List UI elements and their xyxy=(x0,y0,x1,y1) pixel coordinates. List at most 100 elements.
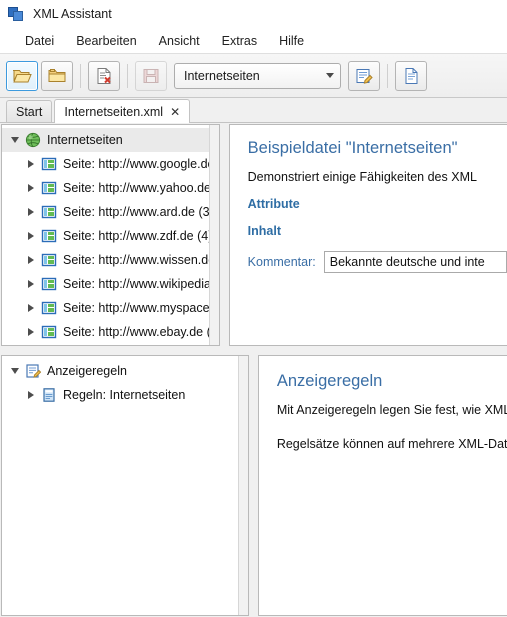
xml-assistant-icon xyxy=(8,6,25,22)
comment-label: Kommentar: xyxy=(247,255,316,269)
rules-tree-panel: Anzeigeregeln Regeln: Internetseiten xyxy=(1,355,249,616)
top-pane-row: Internetseiten Seite: http://www.google.… xyxy=(0,123,507,347)
menu-item-ansicht[interactable]: Ansicht xyxy=(148,31,211,51)
menu-bar: Datei Bearbeiten Ansicht Extras Hilfe xyxy=(0,28,507,54)
menu-item-extras[interactable]: Extras xyxy=(211,31,268,51)
tab-internetseiten-xml[interactable]: Internetseiten.xml ✕ xyxy=(54,99,191,123)
rules-paragraph-1: Mit Anzeigeregeln legen Sie fest, wie XM… xyxy=(276,403,507,417)
tree-item-label: Seite: http://www.wikipedia.org (6) xyxy=(63,276,220,291)
document-tree-panel: Internetseiten Seite: http://www.google.… xyxy=(1,124,220,346)
menu-item-bearbeiten[interactable]: Bearbeiten xyxy=(65,31,147,51)
rules-detail-panel: Anzeigeregeln Mit Anzeigeregeln legen Si… xyxy=(257,355,507,616)
open-folder-button[interactable] xyxy=(41,60,73,91)
webpage-icon xyxy=(41,300,57,316)
tree-item-label: Seite: http://www.ard.de (3) xyxy=(63,204,214,219)
tree-item-label: Seite: http://www.myspace.de (7) xyxy=(63,300,220,315)
tree-item-page-8[interactable]: Seite: http://www.ebay.de (8) xyxy=(2,320,219,344)
page-title: Beispieldatei "Internetseiten" xyxy=(247,139,458,157)
open-folder-icon xyxy=(13,69,32,82)
section-heading-attribute: Attribute xyxy=(247,197,300,211)
chevron-down-icon xyxy=(326,73,334,78)
save-button[interactable] xyxy=(135,60,167,91)
tree-item-page-2[interactable]: Seite: http://www.yahoo.de (2) xyxy=(2,176,219,200)
tree-item-label: Seite: http://www.wissen.de (5) xyxy=(63,252,220,267)
tab-internetseiten-xml-label: Internetseiten.xml xyxy=(64,104,164,119)
ruleset-combo[interactable]: Internetseiten xyxy=(174,62,341,89)
tab-bar: Start Internetseiten.xml ✕ xyxy=(0,98,507,123)
rules-root-label: Anzeigeregeln xyxy=(47,363,127,378)
tree-root-label: Internetseiten xyxy=(47,132,123,147)
expander-icon[interactable] xyxy=(24,388,38,402)
ruleset-combo-value: Internetseiten xyxy=(184,68,260,83)
webpage-icon xyxy=(41,228,57,244)
tree-item-label: Seite: http://www.ebay.de (8) xyxy=(63,324,220,339)
document-delete-icon xyxy=(97,67,111,84)
section-heading-inhalt: Inhalt xyxy=(247,224,281,238)
tree-item-page-4[interactable]: Seite: http://www.zdf.de (4) xyxy=(2,224,219,248)
tab-start-label: Start xyxy=(16,104,43,119)
expander-icon[interactable] xyxy=(24,253,38,267)
rules-tree: Anzeigeregeln Regeln: Internetseiten xyxy=(2,356,248,407)
tree-item-label: Seite: http://www.yahoo.de (2) xyxy=(63,180,220,195)
toolbar-separator-1 xyxy=(80,63,81,88)
tree-root-anzeigeregeln[interactable]: Anzeigeregeln xyxy=(2,359,248,383)
open-file-button[interactable] xyxy=(6,60,38,91)
menu-item-datei[interactable]: Datei xyxy=(14,31,65,51)
close-icon[interactable]: ✕ xyxy=(170,106,180,118)
horizontal-splitter[interactable] xyxy=(0,347,507,354)
save-disk-icon xyxy=(143,68,159,83)
expander-icon[interactable] xyxy=(24,157,38,171)
edit-rules-button[interactable] xyxy=(348,60,380,91)
expander-icon[interactable] xyxy=(24,229,38,243)
expander-collapse-icon[interactable] xyxy=(8,364,22,378)
tab-start[interactable]: Start xyxy=(6,100,53,122)
tree-item-page-3[interactable]: Seite: http://www.ard.de (3) xyxy=(2,200,219,224)
document-icon xyxy=(405,67,418,84)
new-document-button[interactable] xyxy=(395,60,427,91)
window-title: XML Assistant xyxy=(33,7,112,21)
webpage-icon xyxy=(41,180,57,196)
webpage-icon xyxy=(41,156,57,172)
expander-icon[interactable] xyxy=(24,325,38,339)
tree-item-regeln-internetseiten[interactable]: Regeln: Internetseiten xyxy=(2,383,248,407)
comment-input[interactable] xyxy=(323,251,507,273)
expander-icon[interactable] xyxy=(24,301,38,315)
workspace: Internetseiten Seite: http://www.google.… xyxy=(0,123,507,617)
toolbar: Internetseiten xyxy=(0,54,507,98)
document-edit-icon xyxy=(356,68,373,84)
tree-item-page-6[interactable]: Seite: http://www.wikipedia.org (6) xyxy=(2,272,219,296)
tree-item-label: Seite: http://www.zdf.de (4) xyxy=(63,228,213,243)
webpage-icon xyxy=(41,276,57,292)
tree-scrollbar[interactable] xyxy=(208,125,219,345)
rules-page-title: Anzeigeregeln xyxy=(276,372,383,390)
tree-root-internetseiten[interactable]: Internetseiten xyxy=(2,128,219,152)
folder-icon xyxy=(48,68,66,82)
tree-item-page-5[interactable]: Seite: http://www.wissen.de (5) xyxy=(2,248,219,272)
menu-item-hilfe[interactable]: Hilfe xyxy=(268,31,315,51)
page-description: Demonstriert einige Fähigkeiten des XML xyxy=(247,170,477,184)
tree-item-label: Regeln: Internetseiten xyxy=(63,387,186,402)
webpage-icon xyxy=(41,324,57,340)
expander-icon[interactable] xyxy=(24,277,38,291)
document-detail-panel: Beispieldatei "Internetseiten" Demonstri… xyxy=(228,124,507,346)
rulebook-icon xyxy=(41,387,57,403)
expander-icon[interactable] xyxy=(24,205,38,219)
webpage-icon xyxy=(41,204,57,220)
close-document-button[interactable] xyxy=(88,60,120,91)
vertical-splitter-bottom[interactable] xyxy=(248,354,258,617)
tree-scrollbar[interactable] xyxy=(237,356,248,615)
tree-item-label: Seite: http://www.google.de (1) xyxy=(63,156,220,171)
expander-icon[interactable] xyxy=(24,181,38,195)
title-bar: XML Assistant xyxy=(0,0,507,28)
expander-collapse-icon[interactable] xyxy=(8,133,22,147)
tree-item-page-7[interactable]: Seite: http://www.myspace.de (7) xyxy=(2,296,219,320)
tree-item-page-1[interactable]: Seite: http://www.google.de (1) xyxy=(2,152,219,176)
toolbar-separator-3 xyxy=(387,63,388,88)
rules-edit-icon xyxy=(25,363,42,379)
document-tree: Internetseiten Seite: http://www.google.… xyxy=(2,125,219,344)
toolbar-separator-2 xyxy=(127,63,128,88)
globe-icon xyxy=(25,132,41,148)
vertical-splitter[interactable] xyxy=(219,123,229,347)
rules-paragraph-2: Regelsätze können auf mehrere XML-Datei xyxy=(276,437,507,451)
comment-field-row: Kommentar: xyxy=(248,251,507,273)
